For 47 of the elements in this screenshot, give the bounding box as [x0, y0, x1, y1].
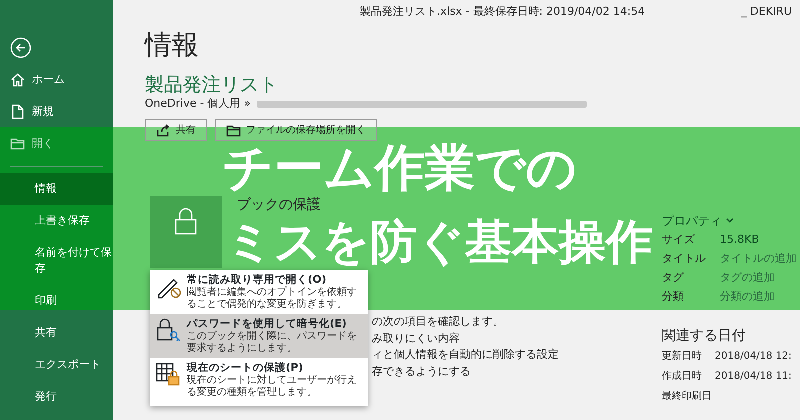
menu-item[interactable]: 常に読み取り専用で開く(O) 閲覧者に編集へのオプトインを依頼することで偶発的な変更を防ぎます。 — [150, 270, 368, 314]
sidebar-item[interactable]: 新規 — [0, 96, 113, 128]
sidebar-item[interactable]: 共有 — [0, 317, 113, 349]
date-value: 2018/04/18 11: — [715, 370, 792, 384]
menu-item-title: 現在のシートの保護(P) — [187, 361, 304, 374]
menu-item-description: 現在のシートに対してユーザーが行える変更の種類を管理します。 — [187, 375, 358, 399]
date-label: 更新日時 — [662, 350, 703, 364]
page-heading: 情報 — [145, 29, 200, 63]
menu-item-title: パスワードを使用して暗号化(E) — [187, 317, 348, 330]
property-value[interactable]: タイトルの追加 — [720, 249, 797, 268]
property-label: タグ — [662, 270, 686, 286]
sidebar-item[interactable]: 名前を付けて保存 — [0, 237, 113, 285]
settings-link[interactable]: 存できるようにする — [372, 364, 471, 378]
property-value[interactable]: 分類の追加 — [720, 287, 775, 306]
description-text: の次の項目を確認します。 — [372, 314, 505, 330]
section-heading: ブックの保護 — [237, 197, 321, 213]
menu-item-title: 常に読み取り専用で開く(O) — [187, 273, 328, 286]
property-label: 分類 — [662, 289, 685, 305]
description-text: ィと個人情報を自動的に削除する設定 — [372, 347, 560, 363]
sidebar-item[interactable]: ホーム — [0, 64, 113, 96]
banner-title: チーム作業での — [223, 139, 577, 197]
date-label: 最終印刷日 — [662, 390, 713, 404]
date-value: 2018/04/18 12: — [715, 350, 792, 364]
sidebar-item[interactable]: 上書き保存 — [0, 205, 113, 237]
menu-item-description: 閲覧者に編集へのオプトインを依頼することで偶発的な変更を防ぎます。 — [187, 287, 358, 311]
file-path: OneDrive - 個人用 » — [145, 97, 251, 111]
file-name: 製品発注リスト — [145, 73, 279, 97]
properties-heading[interactable]: プロパティ — [662, 212, 722, 230]
sidebar-item[interactable]: 発行 — [0, 381, 113, 413]
description-text: み取りにくい内容 — [372, 330, 461, 346]
toolbar-button[interactable]: 共有 — [145, 119, 207, 141]
window-title: 製品発注リスト.xlsx - 最終保存日時: 2019/04/02 14:54 — [360, 4, 646, 20]
sidebar-item[interactable]: エクスポート — [0, 349, 113, 381]
property-label: タイトル — [662, 251, 707, 267]
banner-title: ミスを防ぐ基本操作 — [226, 214, 653, 272]
property-value: 15.8KB — [720, 232, 760, 248]
property-label: サイズ — [662, 232, 696, 248]
menu-item[interactable]: 現在のシートの保護(P) 現在のシートに対してユーザーが行える変更の種類を管理します。 — [150, 358, 368, 402]
menu-item-description: このブックを開く際に、パスワードを要求するようにします。 — [187, 331, 358, 355]
property-value[interactable]: タグの追加 — [720, 268, 775, 287]
user-name: _ DEKIRU — [741, 4, 792, 20]
sidebar-item[interactable]: 情報 — [0, 173, 113, 205]
menu-item[interactable]: パスワードを使用して暗号化(E) このブックを開く際に、パスワードを要求するようにします。 — [150, 314, 368, 358]
date-label: 作成日時 — [662, 370, 703, 384]
section-heading: 関連する日付 — [662, 327, 747, 346]
toolbar-button[interactable]: ファイルの保存場所を開く — [215, 119, 377, 141]
sidebar-item[interactable]: 印刷 — [0, 285, 113, 317]
